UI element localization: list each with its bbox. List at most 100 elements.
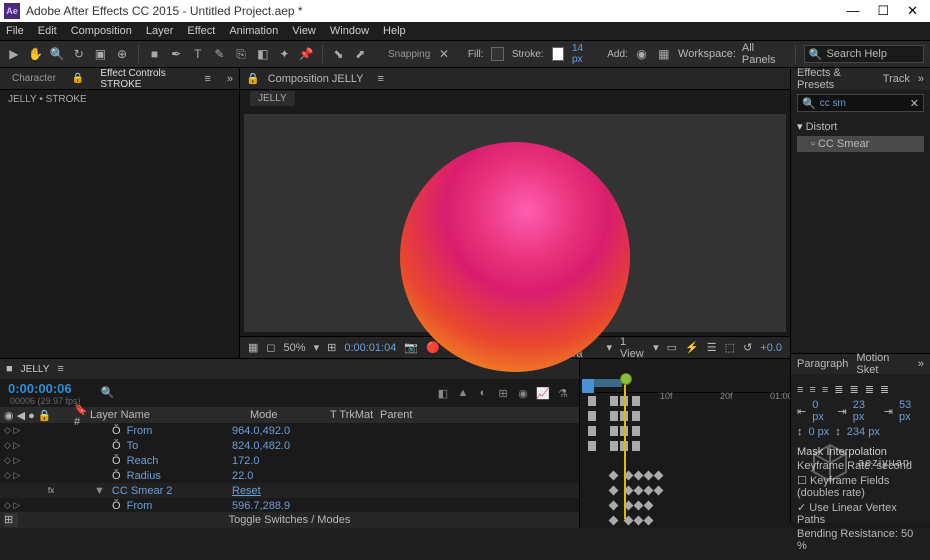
timeline-timecode[interactable]: 0:00:00:06 bbox=[8, 381, 81, 396]
reset-exp-icon[interactable]: ↺ bbox=[743, 341, 752, 354]
align-right-icon[interactable]: ≡ bbox=[822, 384, 828, 396]
tl-menu-icon[interactable]: ≡ bbox=[57, 363, 63, 375]
view-dropdown[interactable]: 1 View bbox=[620, 336, 645, 360]
keyframe[interactable] bbox=[610, 411, 618, 421]
res-icon[interactable]: ⊞ bbox=[327, 341, 336, 354]
snapshot-icon[interactable]: 📷 bbox=[404, 341, 418, 354]
snapping-label[interactable]: Snapping bbox=[388, 49, 430, 60]
workspace-icon[interactable]: ▦ bbox=[655, 45, 672, 63]
anchor-tool-icon[interactable]: ⊕ bbox=[114, 45, 130, 63]
selection-tool-icon[interactable]: ▶ bbox=[6, 45, 22, 63]
keyframe-nav[interactable]: ◇ ▷ bbox=[4, 455, 48, 466]
rotate-tool-icon[interactable]: ↻ bbox=[71, 45, 87, 63]
space-after-val[interactable]: 234 px bbox=[847, 426, 880, 438]
stroke-width[interactable]: 14 px bbox=[572, 43, 593, 65]
shy-icon[interactable]: ◐ bbox=[475, 385, 491, 401]
justify-right-icon[interactable]: ≣ bbox=[865, 383, 874, 396]
brainstorm-icon[interactable]: ⚗ bbox=[555, 385, 571, 401]
property-value[interactable]: 22.0 bbox=[232, 470, 342, 482]
close-button[interactable]: ✕ bbox=[907, 3, 918, 19]
axis-icon[interactable]: ⬊ bbox=[331, 45, 347, 63]
flowchart-icon[interactable]: ⬚ bbox=[725, 341, 735, 354]
tab-effects-presets[interactable]: Effects & Presets bbox=[797, 67, 875, 91]
keyframe-nav[interactable]: ◇ ▷ bbox=[4, 425, 48, 436]
tab-paragraph[interactable]: Paragraph bbox=[797, 358, 848, 370]
pen-tool-icon[interactable]: ✒ bbox=[168, 45, 184, 63]
indent-left-val[interactable]: 0 px bbox=[812, 399, 831, 423]
menu-edit[interactable]: Edit bbox=[38, 25, 57, 37]
keyframe[interactable] bbox=[634, 516, 644, 526]
minimize-button[interactable]: — bbox=[846, 3, 859, 19]
tab-tracker[interactable]: Track bbox=[883, 73, 910, 85]
eraser-tool-icon[interactable]: ◧ bbox=[255, 45, 271, 63]
zoom-tool-icon[interactable]: 🔍 bbox=[49, 45, 65, 63]
menu-file[interactable]: File bbox=[6, 25, 24, 37]
keyframe[interactable] bbox=[644, 486, 654, 496]
menu-layer[interactable]: Layer bbox=[146, 25, 174, 37]
roto-tool-icon[interactable]: ✦ bbox=[277, 45, 293, 63]
keyframe[interactable] bbox=[654, 471, 664, 481]
zoom-dropdown[interactable]: 50% bbox=[284, 342, 306, 354]
paragraph-alignment[interactable]: ≡ ≡ ≡ ≣ ≣ ≣ ≣ bbox=[797, 383, 924, 396]
clone-tool-icon[interactable]: ⎘ bbox=[233, 45, 249, 63]
indent-right-val[interactable]: 53 px bbox=[899, 399, 924, 423]
keyframe-nav[interactable]: ◇ ▷ bbox=[4, 440, 48, 451]
align-left-icon[interactable]: ≡ bbox=[797, 384, 803, 396]
keyframe[interactable] bbox=[610, 426, 618, 436]
keyframe[interactable] bbox=[609, 471, 619, 481]
effects-search-field[interactable] bbox=[820, 98, 900, 109]
menu-composition[interactable]: Composition bbox=[71, 25, 132, 37]
comp-mini-icon[interactable]: ◧ bbox=[435, 385, 451, 401]
stroke-swatch[interactable] bbox=[552, 47, 564, 61]
playhead[interactable] bbox=[624, 379, 626, 519]
mask-vis-icon[interactable]: ◻ bbox=[266, 341, 275, 354]
keyframe[interactable] bbox=[588, 411, 596, 421]
comp-menu-icon[interactable]: ≡ bbox=[378, 73, 384, 85]
align-center-icon[interactable]: ≡ bbox=[809, 384, 815, 396]
maximize-button[interactable]: ☐ bbox=[877, 3, 889, 19]
menu-effect[interactable]: Effect bbox=[187, 25, 215, 37]
menu-animation[interactable]: Animation bbox=[229, 25, 278, 37]
keyframe[interactable] bbox=[588, 441, 596, 451]
work-area-start[interactable] bbox=[582, 379, 594, 393]
justify-left-icon[interactable]: ≣ bbox=[834, 383, 843, 396]
composition-viewer[interactable] bbox=[244, 114, 786, 332]
keyframe[interactable] bbox=[634, 486, 644, 496]
timeline-search-icon[interactable]: 🔍 bbox=[101, 386, 115, 400]
fast-preview-icon[interactable]: ⚡ bbox=[685, 341, 699, 354]
fx-icon[interactable]: fx bbox=[48, 486, 54, 495]
tab-motion-sketch[interactable]: Motion Sket bbox=[856, 352, 910, 376]
exposure-value[interactable]: +0.0 bbox=[760, 342, 782, 354]
keyframe-nav[interactable]: ◇ ▷ bbox=[4, 470, 48, 481]
axis2-icon[interactable]: ⬈ bbox=[352, 45, 368, 63]
grid-icon[interactable]: ▦ bbox=[248, 341, 258, 354]
keyframe[interactable] bbox=[609, 516, 619, 526]
snap-icon[interactable]: ✕ bbox=[436, 45, 452, 63]
menu-window[interactable]: Window bbox=[330, 25, 369, 37]
tab-character[interactable]: Character bbox=[6, 70, 62, 87]
tab-effect-controls[interactable]: Effect Controls STROKE bbox=[94, 65, 194, 93]
panel-close-icon[interactable]: » bbox=[227, 73, 233, 85]
toggle-switches-button[interactable]: ⊞ Toggle Switches / Modes bbox=[0, 512, 579, 528]
property-value[interactable]: Reset bbox=[232, 485, 342, 497]
add-mode-icon[interactable]: ◉ bbox=[634, 45, 650, 63]
ep-close-icon[interactable]: » bbox=[918, 73, 924, 85]
keyframe-fields-checkbox[interactable]: ☐ bbox=[797, 475, 807, 487]
keyframe[interactable] bbox=[609, 486, 619, 496]
expand-icon[interactable]: ⊞ bbox=[4, 513, 18, 527]
tab-composition[interactable]: Composition JELLY bbox=[268, 73, 364, 85]
timeline-row-cc-smear-2[interactable]: fx▼CC Smear 2Reset bbox=[0, 483, 579, 498]
comp-lock-icon[interactable]: 🔒 bbox=[246, 72, 260, 85]
linear-vertex-checkbox[interactable]: ✓ bbox=[797, 502, 806, 514]
clear-search-icon[interactable]: ✕ bbox=[910, 97, 919, 110]
timeline-row-from[interactable]: ◇ ▷Ŏ From596.7,288.9 bbox=[0, 498, 579, 512]
justify-center-icon[interactable]: ≣ bbox=[849, 383, 858, 396]
draft3d-icon[interactable]: ▲ bbox=[455, 385, 471, 401]
keyframe[interactable] bbox=[644, 471, 654, 481]
para-close-icon[interactable]: » bbox=[918, 358, 924, 370]
keyframe[interactable] bbox=[634, 471, 644, 481]
current-time[interactable]: 0:00:01:04 bbox=[344, 342, 396, 354]
justify-all-icon[interactable]: ≣ bbox=[880, 383, 889, 396]
menu-help[interactable]: Help bbox=[383, 25, 406, 37]
camera-tool-icon[interactable]: ▣ bbox=[93, 45, 109, 63]
